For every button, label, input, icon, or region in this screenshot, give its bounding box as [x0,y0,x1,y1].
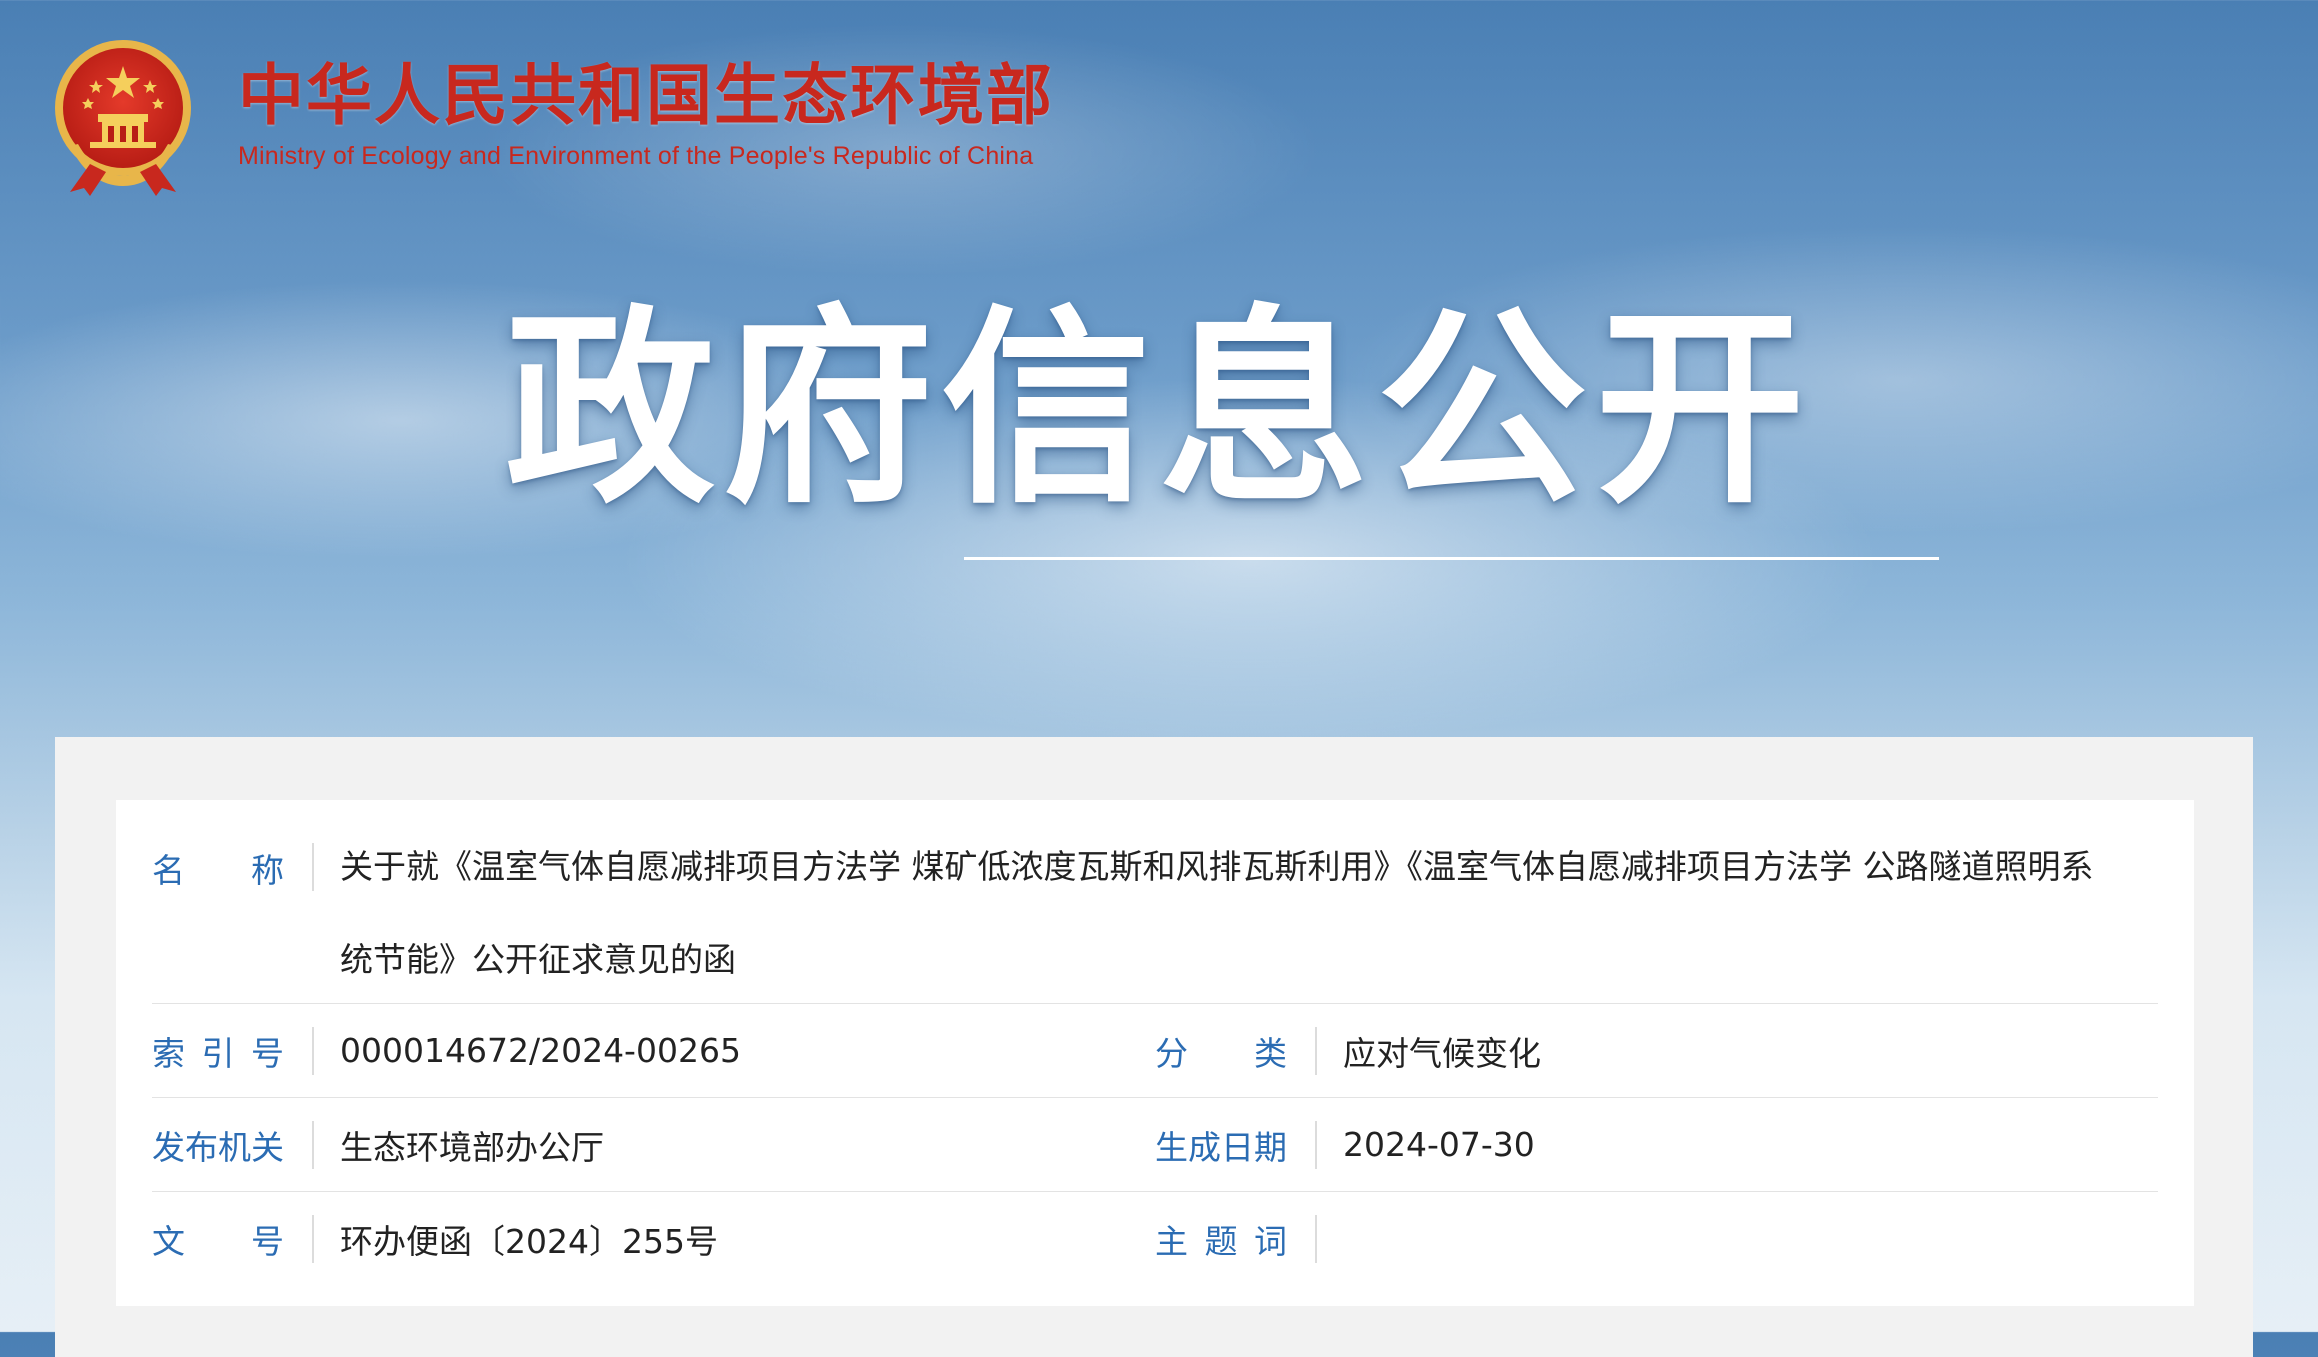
name-value: 关于就《温室气体自愿减排项目方法学 煤矿低浓度瓦斯和风排瓦斯利用》《温室气体自愿… [340,847,2094,979]
issuer-cell: 发布机关 生态环境部办公厅 [152,1098,1155,1191]
index-cell: 索 引 号 000014672/2024-00265 [152,1004,1155,1097]
date-label-text: 生成日期 [1155,1127,1287,1167]
index-label-char: 索 [152,1033,185,1073]
subject-cell: 主 题 词 [1155,1192,2158,1285]
category-label: 分 类 [1155,1027,1315,1075]
issuer-label: 发布机关 [152,1121,312,1169]
brand-block[interactable]: 中华人民共和国生态环境部 Ministry of Ecology and Env… [238,58,1054,171]
issuer-value: 生态环境部办公厅 [340,1127,604,1167]
label-divider [312,1214,314,1263]
name-label-char: 名 [152,851,185,890]
docno-label: 文 号 [152,1215,312,1263]
label-divider [312,1120,314,1169]
name-label: 名 称 [152,800,312,1003]
index-value: 000014672/2024-00265 [340,1031,741,1070]
docno-cell: 文 号 环办便函〔2024〕255号 [152,1192,1155,1285]
info-row-docno: 文 号 环办便函〔2024〕255号 主 题 词 [152,1192,2158,1285]
category-value: 应对气候变化 [1343,1033,1541,1073]
ministry-name-en: Ministry of Ecology and Environment of t… [238,142,1034,170]
docno-label-char: 文 [152,1221,185,1261]
subject-label-char: 词 [1254,1221,1287,1261]
subject-label-char: 主 [1155,1221,1188,1261]
date-label: 生成日期 [1155,1121,1315,1169]
ministry-name-cn: 中华人民共和国生态环境部 [238,57,1054,134]
subject-label-char: 题 [1204,1221,1238,1261]
category-label-char: 类 [1254,1033,1287,1073]
label-divider [1315,1120,1317,1169]
site-header: 中华人民共和国生态环境部 Ministry of Ecology and Env… [50,36,1054,196]
national-emblem-icon[interactable] [50,36,196,196]
category-cell: 分 类 应对气候变化 [1155,1004,2158,1097]
info-row-index: 索 引 号 000014672/2024-00265 分 类 应对气候变化 [152,1004,2158,1098]
index-label-char: 号 [251,1033,284,1073]
index-label-char: 引 [201,1033,235,1073]
banner-title: 政府信息公开 [504,287,1813,532]
category-label-char: 分 [1155,1033,1188,1073]
info-card: 名 称 关于就《温室气体自愿减排项目方法学 煤矿低浓度瓦斯和风排瓦斯利用》《温室… [116,800,2194,1306]
label-divider [1315,1214,1317,1263]
label-divider [312,1026,314,1075]
date-value: 2024-07-30 [1343,1125,1535,1164]
banner-underline [964,557,1939,560]
index-label: 索 引 号 [152,1027,312,1075]
label-divider [1315,1026,1317,1075]
date-cell: 生成日期 2024-07-30 [1155,1098,2158,1191]
info-row-name: 名 称 关于就《温室气体自愿减排项目方法学 煤矿低浓度瓦斯和风排瓦斯利用》《温室… [152,800,2158,1004]
issuer-label-text: 发布机关 [152,1127,284,1167]
name-label-char: 称 [251,851,284,890]
label-divider [312,843,314,891]
docno-label-char: 号 [251,1221,284,1261]
docno-value: 环办便函〔2024〕255号 [340,1221,718,1261]
info-table: 名 称 关于就《温室气体自愿减排项目方法学 煤矿低浓度瓦斯和风排瓦斯利用》《温室… [152,800,2158,1285]
info-row-issuer: 发布机关 生态环境部办公厅 生成日期 2024-07-30 [152,1098,2158,1192]
subject-label: 主 题 词 [1155,1215,1315,1263]
